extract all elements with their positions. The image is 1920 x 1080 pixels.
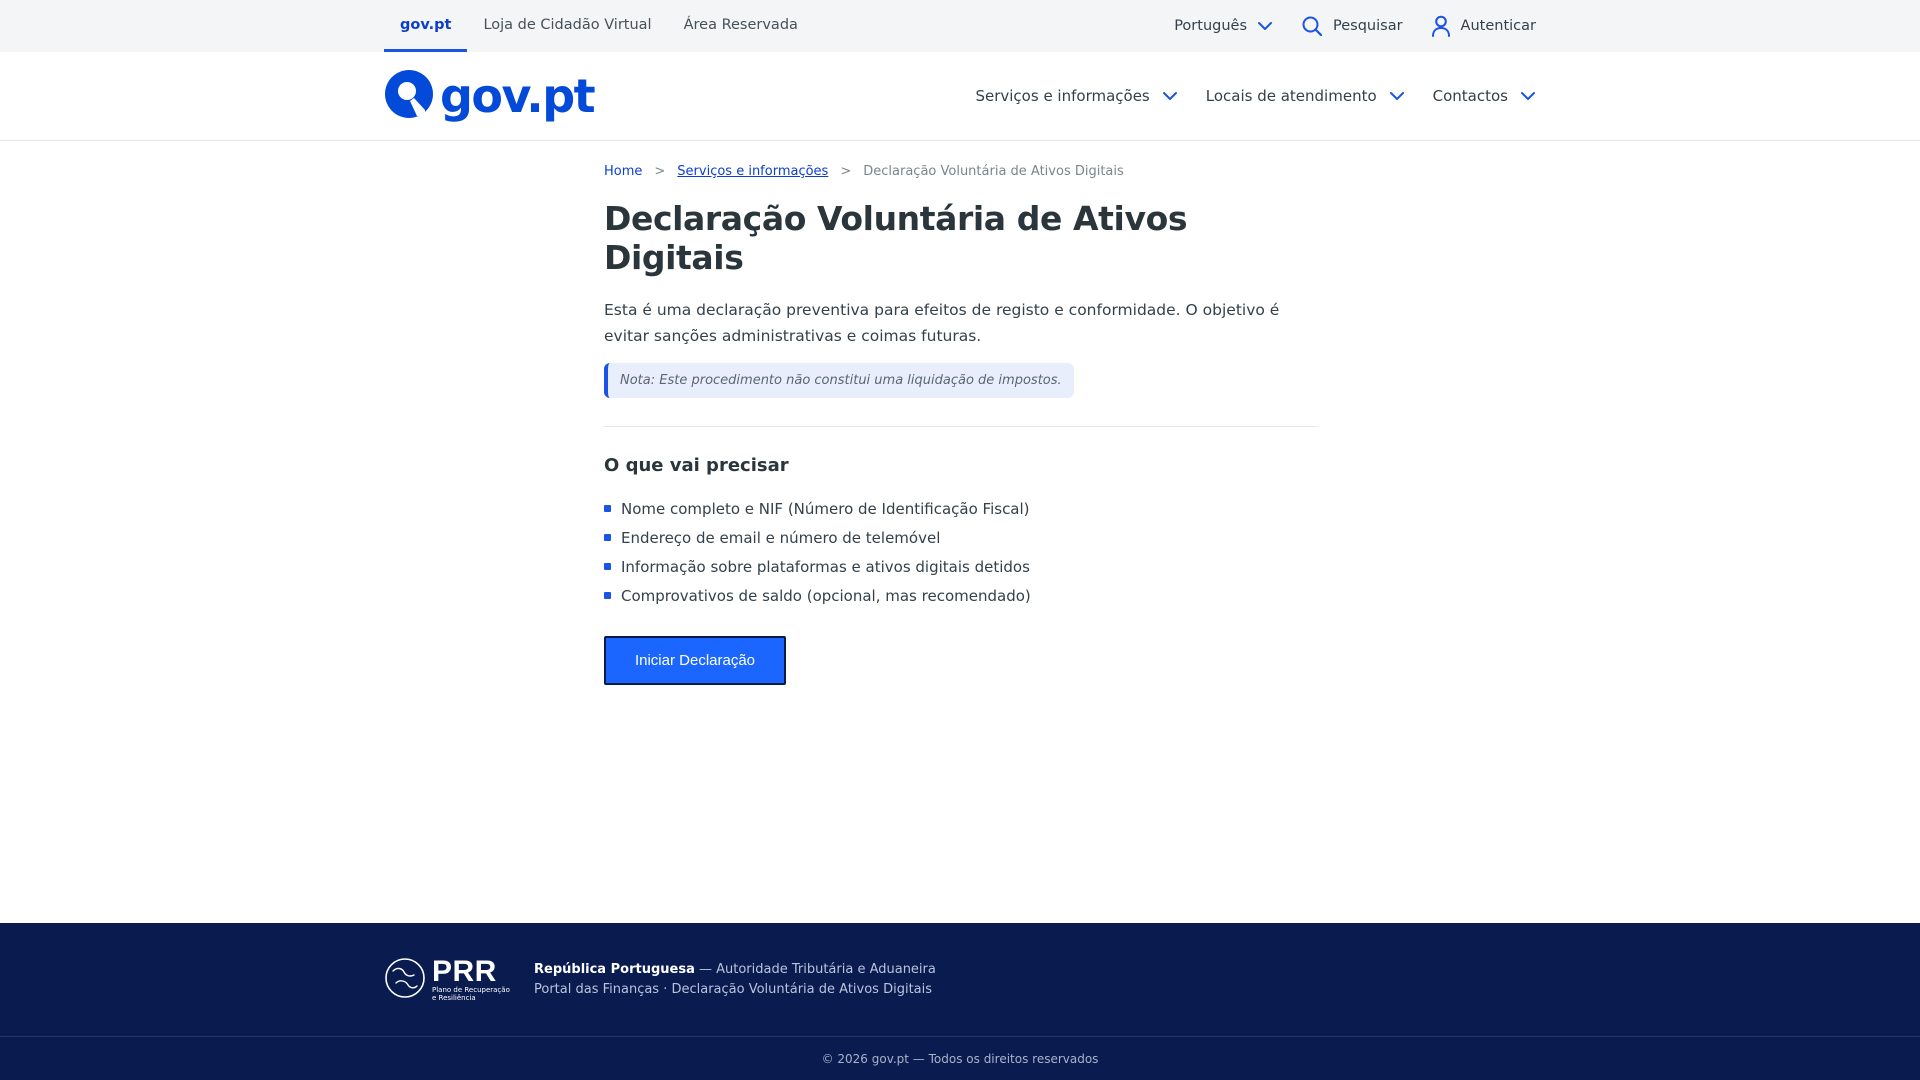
prr-tagline-1: Plano de Recuperação [432,985,510,994]
main-content: Home > Serviços e informações > Declaraç… [604,141,1318,685]
requirements-list: Nome completo e NIF (Número de Identific… [604,494,1318,610]
footer-copyright: © 2026 gov.pt — Todos os direitos reserv… [0,1036,1920,1080]
prr-emblem-icon [384,957,426,1003]
chevron-down-icon [1257,21,1273,31]
chevron-down-icon [1162,87,1178,105]
requirements-title: O que vai precisar [604,455,789,476]
bullet-icon [604,592,611,599]
nav-locais[interactable]: Locais de atendimento [1206,87,1405,105]
breadcrumb-separator: > [840,164,852,179]
bullet-icon [604,505,611,512]
footer-portal-line: Portal das Finanças · Declaração Voluntá… [534,981,933,997]
top-utility-bar: gov.pt Loja de Cidadão Virtual Área Rese… [0,0,1920,52]
list-item-text: Endereço de email e número de telemóvel [621,528,941,547]
footer-republic: República Portuguesa [534,961,695,977]
page-lead: Esta é uma declaração preventiva para ef… [604,301,1280,345]
govpt-logo-text: gov.pt [440,69,596,123]
nav-servicos[interactable]: Serviços e informações [975,87,1177,105]
search-button[interactable]: Pesquisar [1301,15,1403,37]
main-nav: Serviços e informações Locais de atendim… [975,87,1536,105]
search-icon [1301,15,1323,37]
footer-top: PRR Plano de Recuperação e Resiliência R… [384,923,1536,1036]
start-declaration-button[interactable]: Iniciar Declaração [604,636,786,685]
footer: PRR Plano de Recuperação e Resiliência R… [0,923,1920,1080]
prr-logo-text: PRR [432,954,497,988]
list-item: Informação sobre plataformas e ativos di… [604,552,1318,581]
prr-logo[interactable]: PRR Plano de Recuperação e Resiliência [384,954,534,1003]
login-button[interactable]: Autenticar [1431,15,1536,37]
top-utility-bar-inner: gov.pt Loja de Cidadão Virtual Área Rese… [384,0,1536,52]
list-item: Comprovativos de saldo (opcional, mas re… [604,581,1318,610]
toplink-loja-cidadao[interactable]: Loja de Cidadão Virtual [467,0,667,52]
govpt-logo[interactable]: gov.pt [384,69,596,123]
footer-authority: — Autoridade Tributária e Aduaneira [694,961,936,977]
list-item-text: Nome completo e NIF (Número de Identific… [621,499,1030,518]
bullet-icon [604,563,611,570]
main-header-inner: gov.pt Serviços e informações Locais de … [384,52,1536,140]
chevron-down-icon [1389,87,1405,105]
breadcrumb-separator: > [654,164,666,179]
nav-locais-label: Locais de atendimento [1205,87,1377,105]
nav-contactos[interactable]: Contactos [1433,87,1536,105]
user-icon [1431,15,1451,37]
toplink-area-reservada[interactable]: Área Reservada [668,0,814,52]
prr-tagline-2: e Resiliência [432,993,476,1002]
list-item: Nome completo e NIF (Número de Identific… [604,494,1318,523]
breadcrumb: Home > Serviços e informações > Declaraç… [604,164,1318,179]
footer-info-line-1: República Portuguesa — Autoridade Tribut… [534,960,936,980]
footer-info: República Portuguesa — Autoridade Tribut… [534,960,936,1000]
bullet-icon [604,534,611,541]
prr-text: PRR Plano de Recuperação e Resiliência [432,954,510,1002]
main-header: gov.pt Serviços e informações Locais de … [0,52,1920,141]
breadcrumb-current: Declaração Voluntária de Ativos Digitais [863,164,1124,179]
login-label: Autenticar [1460,18,1536,34]
govpt-logo-mark-icon [384,69,434,123]
toplink-govpt[interactable]: gov.pt [384,0,468,52]
list-item-text: Comprovativos de saldo (opcional, mas re… [621,586,1031,605]
list-item-text: Informação sobre plataformas e ativos di… [621,557,1030,576]
nav-contactos-label: Contactos [1432,87,1508,105]
nav-servicos-label: Serviços e informações [975,87,1150,105]
note-callout: Nota: Este procedimento não constitui um… [604,363,1074,398]
breadcrumb-home[interactable]: Home [604,164,642,179]
top-tools: Português Pesquisar Autenticar [1174,15,1536,37]
language-selector[interactable]: Português [1174,18,1273,34]
language-label: Português [1174,18,1248,34]
list-item: Endereço de email e número de telemóvel [604,523,1318,552]
search-label: Pesquisar [1333,18,1403,34]
page-title: Declaração Voluntária de Ativos Digitais [604,199,1188,277]
breadcrumb-servicos[interactable]: Serviços e informações [677,164,828,179]
top-links: gov.pt Loja de Cidadão Virtual Área Rese… [384,0,814,52]
section-divider [604,426,1318,427]
chevron-down-icon [1520,87,1536,105]
